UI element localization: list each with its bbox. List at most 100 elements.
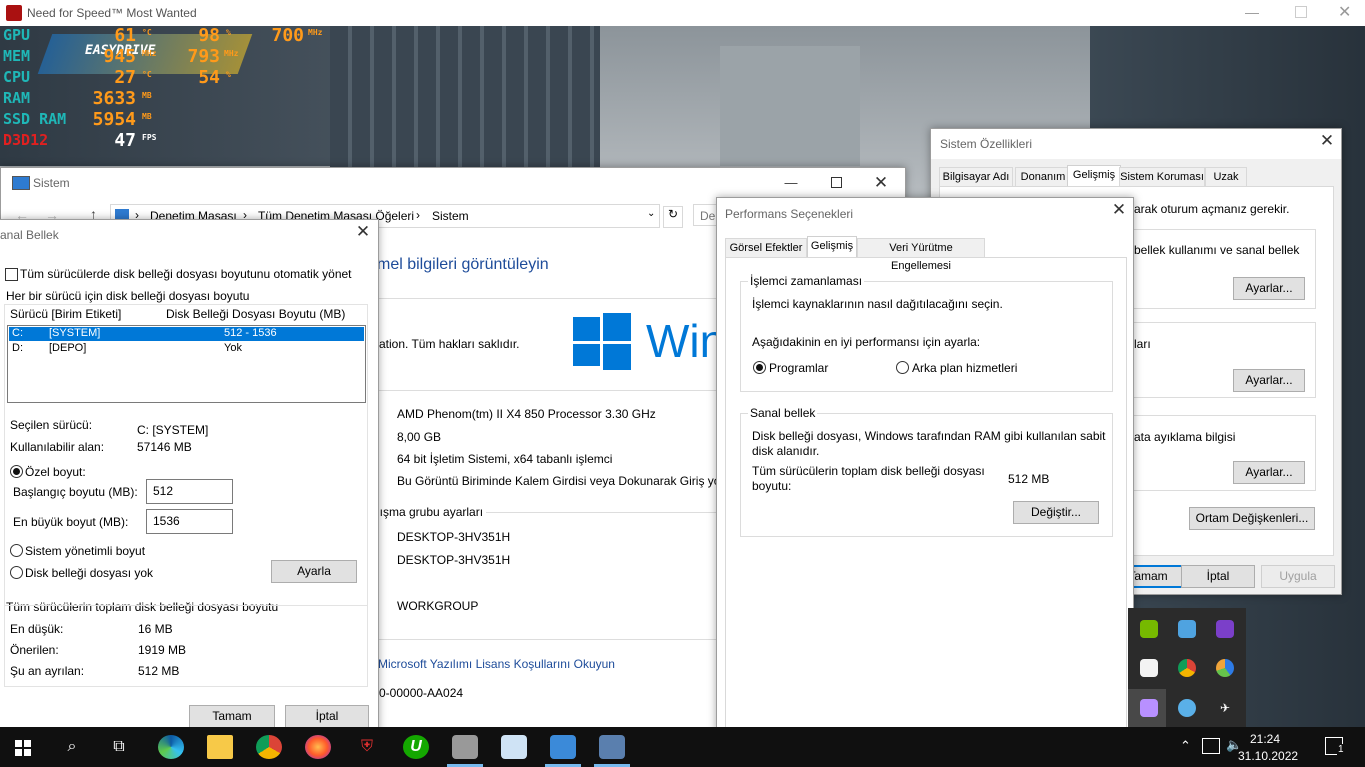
tab-advanced[interactable]: Gelişmiş xyxy=(1067,165,1121,187)
close-icon[interactable]: ✕ xyxy=(867,172,895,194)
drive-size: 512 - 1536 xyxy=(224,327,277,339)
startup-settings-button[interactable]: Ayarlar... xyxy=(1233,461,1305,484)
osd-gpu-clock-unit: MHz xyxy=(308,28,323,37)
cancel-button[interactable]: İptal xyxy=(285,705,369,728)
nfs-game-icon[interactable] xyxy=(452,735,478,759)
windows-logo-text: Win xyxy=(646,315,726,367)
feather-icon[interactable] xyxy=(1140,699,1158,717)
recommended-value: 1919 MB xyxy=(138,643,187,657)
osd-fps-value: 47 xyxy=(114,130,136,151)
environment-variables-button[interactable]: Ortam Değişkenleri... xyxy=(1189,507,1315,530)
edge-icon[interactable] xyxy=(158,735,184,759)
performance-settings-button[interactable]: Ayarlar... xyxy=(1233,277,1305,300)
custom-size-radio[interactable] xyxy=(10,465,23,478)
osd-mem-extra: 793 xyxy=(187,46,220,67)
breadcrumb-separator-icon: › xyxy=(416,208,420,222)
gpu-monitor-icon[interactable] xyxy=(1216,620,1234,638)
system-window-icon xyxy=(12,176,30,190)
chrome-icon[interactable] xyxy=(256,735,282,759)
drive-letter: C: xyxy=(12,327,23,339)
close-icon[interactable]: ✕ xyxy=(349,221,377,243)
clock-time[interactable]: 21:24 xyxy=(1250,732,1280,746)
vm-total-line2: boyutu: xyxy=(752,479,792,493)
control-panel-icon[interactable] xyxy=(550,735,576,759)
vm-total-value: 512 MB xyxy=(1008,472,1050,486)
min-value: 16 MB xyxy=(138,622,173,636)
apply-button[interactable]: Uygula xyxy=(1261,565,1335,588)
tray-overflow-panel: ✈ xyxy=(1128,608,1246,728)
system-type-value: 64 bit İşletim Sistemi, x64 tabanlı işle… xyxy=(397,452,613,466)
firefox-icon[interactable] xyxy=(305,735,331,759)
change-button[interactable]: Değiştir... xyxy=(1013,501,1099,524)
drive-row-selected[interactable]: C: [SYSTEM] 512 - 1536 xyxy=(9,327,364,341)
system-monitor-icon[interactable] xyxy=(501,735,527,759)
max-size-label: En büyük boyut (MB): xyxy=(13,515,129,529)
notification-count: 1 xyxy=(1337,744,1345,755)
license-link[interactable]: Microsoft Yazılımı Lisans Koşullarını Ok… xyxy=(378,657,615,671)
palette-icon[interactable] xyxy=(1216,659,1234,677)
ok-button[interactable]: Tamam xyxy=(189,705,275,728)
chevron-down-icon[interactable]: ⌄ xyxy=(647,208,655,219)
system-window-title: Sistem xyxy=(33,176,70,190)
auto-manage-checkbox[interactable] xyxy=(5,268,18,281)
maximize-icon[interactable] xyxy=(831,177,842,188)
programs-radio[interactable] xyxy=(753,361,766,374)
file-explorer-icon[interactable] xyxy=(207,735,233,759)
processor-value: AMD Phenom(tm) II X4 850 Processor 3.30 … xyxy=(397,407,656,421)
close-icon[interactable]: ✕ xyxy=(1105,199,1133,221)
maximize-icon[interactable] xyxy=(1295,6,1307,18)
initial-size-label: Başlangıç boyutu (MB): xyxy=(13,485,138,499)
user-profiles-settings-button[interactable]: Ayarlar... xyxy=(1233,369,1305,392)
breadcrumb-item[interactable]: Sistem xyxy=(432,209,469,223)
tray-chevron-up-icon[interactable]: ⌃ xyxy=(1180,738,1191,754)
chrome-icon[interactable] xyxy=(1178,659,1196,677)
airplane-icon[interactable]: ✈ xyxy=(1216,699,1234,717)
virtual-memory-titlebar: anal Bellek ✕ xyxy=(0,220,378,250)
workgroup-section-title: lışma grubu ayarları xyxy=(377,505,484,519)
close-icon[interactable]: ✕ xyxy=(1338,2,1351,22)
nvidia-icon[interactable] xyxy=(1140,620,1158,638)
task-view-icon[interactable]: ⧉ xyxy=(106,735,132,759)
current-value: 512 MB xyxy=(138,664,180,678)
app-shield-icon[interactable]: ⛨ xyxy=(354,735,380,759)
no-paging-radio[interactable] xyxy=(10,566,23,579)
osd-mem-clock: 945 xyxy=(103,46,136,67)
column-size: Disk Belleği Dosyası Boyutu (MB) xyxy=(166,307,346,321)
drive-row[interactable]: D: [DEPO] Yok xyxy=(9,342,364,356)
tab-remote[interactable]: Uzak xyxy=(1205,167,1247,186)
upwork-icon[interactable]: U xyxy=(403,735,429,759)
osd-fps-unit: FPS xyxy=(142,133,157,142)
storage-icon[interactable] xyxy=(1178,620,1196,638)
tab-dep[interactable]: Veri Yürütme Engellemesi xyxy=(857,238,985,272)
close-icon[interactable]: ✕ xyxy=(1313,130,1341,152)
initial-size-input[interactable]: 512 xyxy=(146,479,233,504)
performance-title: Performans Seçenekleri xyxy=(725,207,854,221)
start-icon[interactable] xyxy=(15,740,31,756)
tab-computer-name[interactable]: Bilgisayar Adı xyxy=(939,167,1013,186)
network-icon[interactable] xyxy=(1202,738,1220,754)
vm-desc-line1: Disk belleği dosyası, Windows tarafından… xyxy=(752,429,1106,443)
background-services-radio[interactable] xyxy=(896,361,909,374)
clock-date[interactable]: 31.10.2022 xyxy=(1238,749,1298,763)
osd-mem-extra-unit: MHz xyxy=(224,49,239,58)
system-managed-radio[interactable] xyxy=(10,544,23,557)
selected-drive-value: C: [SYSTEM] xyxy=(137,423,209,437)
drive-list[interactable]: C: [SYSTEM] 512 - 1536 D: [DEPO] Yok xyxy=(7,325,366,403)
steam-icon[interactable] xyxy=(1178,699,1196,717)
system-properties-icon[interactable] xyxy=(599,735,625,759)
current-label: Şu an ayrılan: xyxy=(10,664,85,678)
osd-cpu-temp: 27 xyxy=(114,67,136,88)
minimize-icon[interactable]: — xyxy=(1245,5,1259,19)
cancel-button[interactable]: İptal xyxy=(1181,565,1255,588)
ram-value: 8,00 GB xyxy=(397,430,442,444)
tab-advanced[interactable]: Gelişmiş xyxy=(807,236,857,258)
tab-visual-effects[interactable]: Görsel Efektler xyxy=(725,238,807,257)
shield-icon[interactable] xyxy=(1140,659,1158,677)
refresh-icon[interactable]: ↻ xyxy=(663,206,683,228)
tab-system-protection[interactable]: Sistem Koruması xyxy=(1119,167,1205,186)
set-button[interactable]: Ayarla xyxy=(271,560,357,583)
max-size-input[interactable]: 1536 xyxy=(146,509,233,534)
tab-hardware[interactable]: Donanım xyxy=(1015,167,1071,186)
search-icon[interactable]: ⌕ xyxy=(59,735,85,759)
minimize-icon[interactable]: — xyxy=(777,172,805,194)
